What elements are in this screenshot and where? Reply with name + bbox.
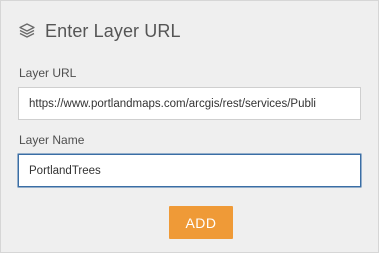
enter-layer-url-panel: Enter Layer URL Layer URL Layer Name ADD [0, 0, 379, 253]
panel-title: Enter Layer URL [45, 20, 181, 41]
layer-name-input[interactable] [18, 154, 361, 187]
add-button[interactable]: ADD [169, 206, 233, 239]
layer-name-label: Layer Name [19, 133, 85, 147]
panel-header: Enter Layer URL [17, 19, 181, 43]
layers-icon [17, 21, 37, 41]
layer-url-input[interactable] [18, 87, 361, 120]
layer-url-label: Layer URL [19, 66, 77, 80]
